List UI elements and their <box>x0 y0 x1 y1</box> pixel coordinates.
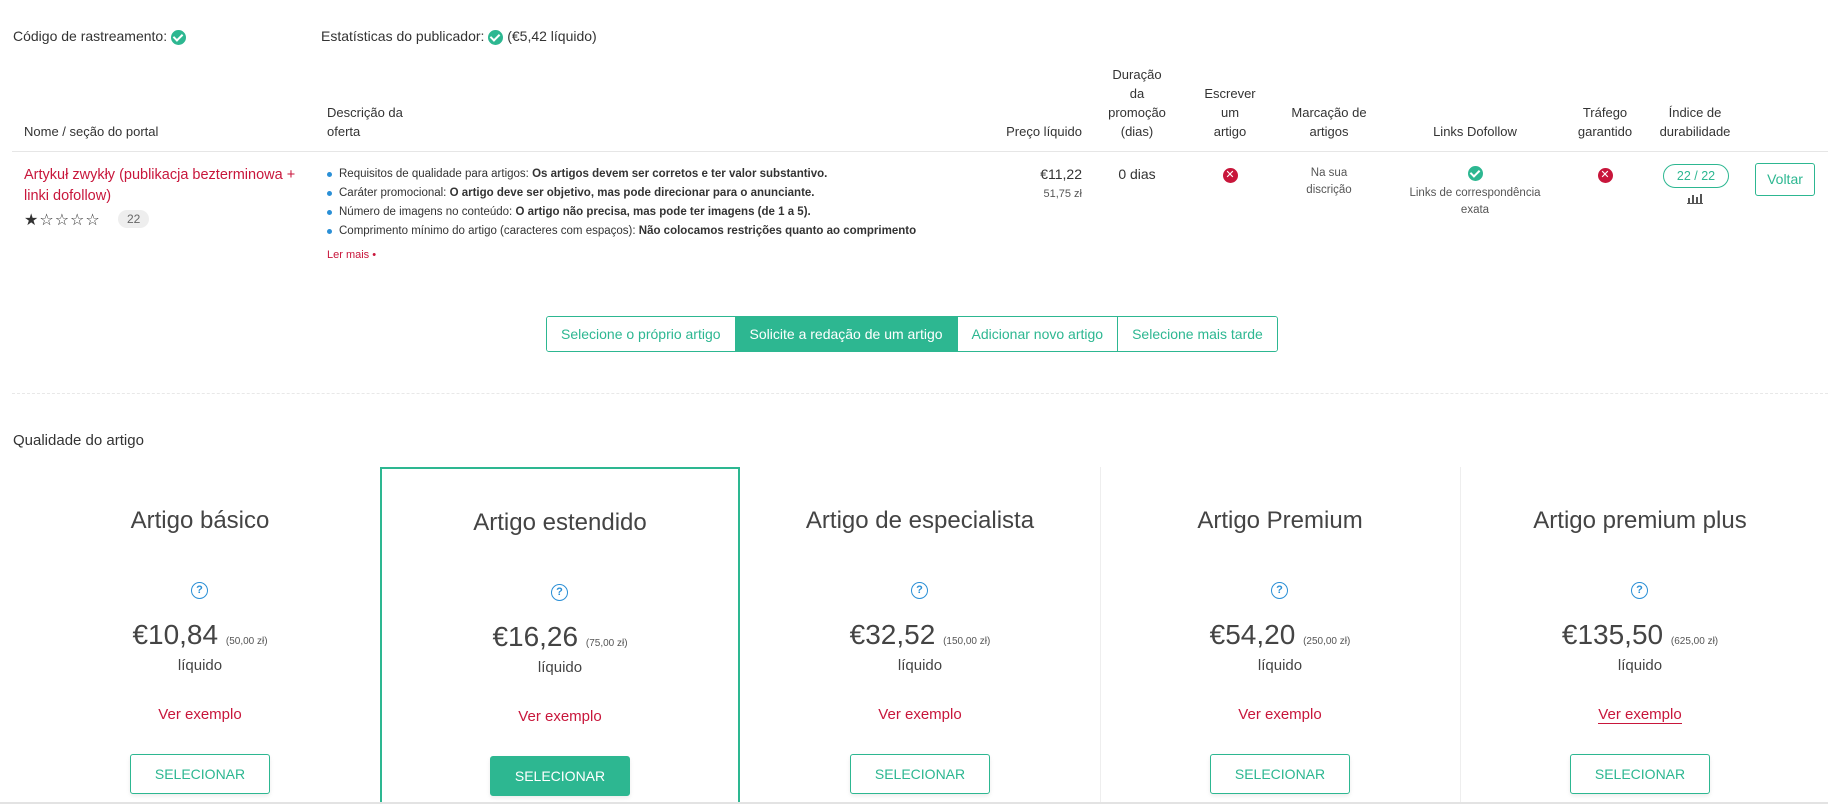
section-title: Qualidade do artigo <box>13 432 144 449</box>
article-option-group: Selecione o próprio artigo Solicite a re… <box>546 316 1278 352</box>
help-icon[interactable]: ? <box>1271 582 1288 599</box>
help-icon[interactable]: ? <box>1631 582 1648 599</box>
option-own-article[interactable]: Selecione o próprio artigo <box>547 317 736 351</box>
header-divider <box>12 151 1828 152</box>
durability-badge: 22 / 22 <box>1663 164 1729 188</box>
card-price: €10,84 (50,00 zł) <box>132 619 268 650</box>
card-net-label: líquido <box>1617 657 1663 674</box>
card-net-label: líquido <box>897 657 943 674</box>
publisher-stats-value: (€5,42 líquido) <box>507 28 597 44</box>
card-price: €135,50 (625,00 zł) <box>1561 619 1719 650</box>
header-durability: Índice de durabilidade <box>1659 105 1731 139</box>
rating-stars: ★☆☆☆☆ <box>24 212 101 229</box>
publisher-stats-label: Estatísticas do publicador: <box>321 28 485 44</box>
dofollow-cell: Links de correspondência exata <box>1390 165 1560 219</box>
select-button[interactable]: SELECIONAR <box>850 754 990 794</box>
list-item: Requisitos de qualidade para artigos: Os… <box>327 165 967 184</box>
back-button[interactable]: Voltar <box>1755 163 1815 196</box>
header-name: Nome / seção do portal <box>24 124 159 139</box>
quality-card-premium-plus: Artigo premium plus ? €135,50 (625,00 zł… <box>1460 467 1820 804</box>
card-title: Artigo Premium <box>1197 507 1363 534</box>
section-divider <box>12 393 1828 394</box>
read-more-link[interactable]: Ler mais • <box>327 249 376 261</box>
list-item: Caráter promocional: O artigo deve ser o… <box>327 184 967 203</box>
option-request-writing[interactable]: Solicite a redação de um artigo <box>735 317 958 351</box>
view-example-link[interactable]: Ver exemplo <box>740 706 1100 723</box>
check-icon <box>1467 166 1483 182</box>
card-title: Artigo básico <box>130 507 270 534</box>
header-dofollow: Links Dofollow <box>1433 124 1517 139</box>
header-traffic: Tráfego garantido <box>1577 105 1633 139</box>
list-item: Comprimento mínimo do artigo (caracteres… <box>327 222 967 241</box>
option-add-new-article[interactable]: Adicionar novo artigo <box>957 317 1119 351</box>
portal-name-link[interactable]: Artykuł zwykły (publikacja bezterminowa … <box>24 165 304 207</box>
view-example-link[interactable]: Ver exemplo <box>382 708 738 725</box>
card-title: Artigo estendido <box>473 509 647 536</box>
quality-card-basic: Artigo básico ? €10,84 (50,00 zł) líquid… <box>20 467 380 804</box>
help-icon[interactable]: ? <box>191 582 208 599</box>
check-icon <box>488 29 504 45</box>
view-example-link[interactable]: Ver exemplo <box>1100 706 1460 723</box>
select-button[interactable]: SELECIONAR <box>490 756 630 796</box>
card-title: Artigo premium plus <box>1533 507 1747 534</box>
select-button[interactable]: SELECIONAR <box>1570 754 1710 794</box>
check-icon <box>170 29 186 45</box>
write-article-status: ✕ <box>1190 165 1270 183</box>
view-example-link[interactable]: Ver exemplo <box>20 706 380 723</box>
net-price: €11,22 <box>1040 166 1082 182</box>
quality-card-premium: Artigo Premium ? €54,20 (250,00 zł) líqu… <box>1100 467 1460 804</box>
select-button[interactable]: SELECIONAR <box>130 754 270 794</box>
net-price-pln: 51,75 zł <box>1043 188 1082 200</box>
select-button[interactable]: SELECIONAR <box>1210 754 1350 794</box>
tracking-code-label: Código de rastreamento: <box>13 28 168 44</box>
cross-icon: ✕ <box>1222 168 1238 183</box>
view-example-link[interactable]: Ver exemplo <box>1460 706 1820 724</box>
reviews-count-badge: 22 <box>118 210 150 228</box>
card-net-label: líquido <box>177 657 223 674</box>
card-price: €54,20 (250,00 zł) <box>1209 619 1351 650</box>
option-select-later[interactable]: Selecione mais tarde <box>1118 317 1277 351</box>
dofollow-text: Links de correspondência exata <box>1409 187 1541 216</box>
list-item: Número de imagens no conteúdo: O artigo … <box>327 203 967 222</box>
header-duration: Duração da promoção (dias) <box>1108 67 1166 139</box>
quality-card-extended: Artigo estendido ? €16,26 (75,00 zł) líq… <box>380 467 740 804</box>
bar-chart-icon[interactable] <box>1687 193 1703 204</box>
cross-icon: ✕ <box>1597 168 1613 183</box>
header-markup: Marcação de artigos <box>1291 105 1367 139</box>
header-description: Descrição da oferta <box>327 105 403 139</box>
quality-card-specialist: Artigo de especialista ? €32,52 (150,00 … <box>740 467 1100 804</box>
header-write-article: Escrever um artigo <box>1204 86 1256 139</box>
publisher-stats: Estatísticas do publicador: (€5,42 líqui… <box>321 28 597 45</box>
card-price: €32,52 (150,00 zł) <box>849 619 991 650</box>
help-icon[interactable]: ? <box>551 584 568 601</box>
help-icon[interactable]: ? <box>911 582 928 599</box>
tracking-code-status: Código de rastreamento: <box>13 28 186 45</box>
card-price: €16,26 (75,00 zł) <box>492 621 628 652</box>
card-net-label: líquido <box>537 659 583 676</box>
offer-requirements-list: Requisitos de qualidade para artigos: Os… <box>327 165 967 241</box>
card-title: Artigo de especialista <box>805 507 1035 534</box>
promotion-duration: 0 dias <box>1118 166 1156 182</box>
card-net-label: líquido <box>1257 657 1303 674</box>
markup-value: Na sua discrição <box>1306 167 1352 196</box>
traffic-status: ✕ <box>1565 165 1645 183</box>
header-price: Preço líquido <box>1006 124 1082 139</box>
